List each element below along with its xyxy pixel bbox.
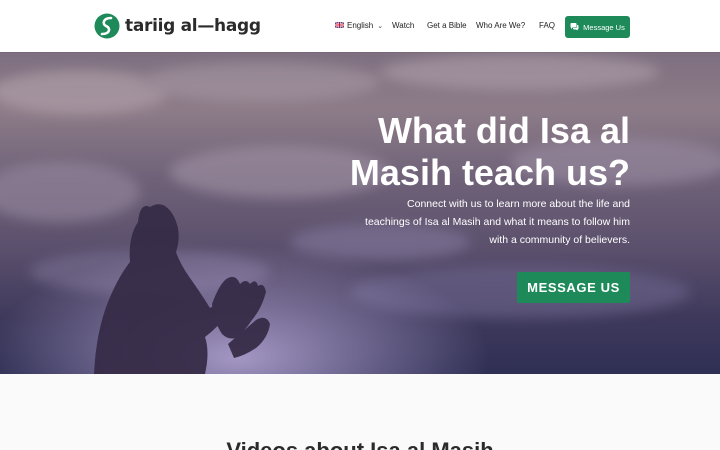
videos-section-title: Videos about Isa al Masih xyxy=(0,438,720,450)
nav-faq[interactable]: FAQ xyxy=(539,21,555,30)
nav-watch[interactable]: Watch xyxy=(392,21,414,30)
site-logo[interactable]: tariig al—hagg xyxy=(94,12,261,40)
hero-title: What did Isa al Masih teach us? xyxy=(349,110,630,193)
uk-flag-icon xyxy=(335,21,344,28)
logo-text: tariig al—hagg xyxy=(125,16,261,36)
chevron-down-icon: ⌄ xyxy=(377,23,384,30)
nav-who-are-we[interactable]: Who Are We? xyxy=(476,21,525,30)
header-message-us-label: Message Us xyxy=(583,22,625,32)
nav-get-a-bible[interactable]: Get a Bible xyxy=(427,21,467,30)
videos-section: Videos about Isa al Masih xyxy=(0,374,720,450)
language-selector[interactable]: English ⌄ xyxy=(335,21,383,30)
hero-subtitle: Connect with us to learn more about the … xyxy=(365,198,630,246)
chat-icon xyxy=(570,23,579,31)
site-header: tariig al—hagg English ⌄ Watch Get a Bibl… xyxy=(0,0,720,52)
hero-message-us-button[interactable]: MESSAGE US xyxy=(517,272,630,303)
header-message-us-button[interactable]: Message Us xyxy=(565,16,630,38)
language-label: English xyxy=(347,21,374,30)
hero-section: What did Isa al Masih teach us? Connect … xyxy=(0,52,720,374)
logo-mark-icon xyxy=(94,13,120,39)
